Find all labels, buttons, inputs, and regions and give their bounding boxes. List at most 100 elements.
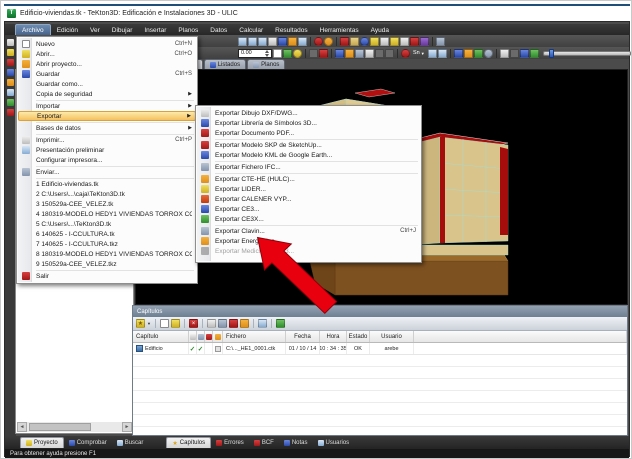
tab-bcf[interactable]: BCF bbox=[249, 437, 279, 448]
caret-down-icon[interactable]: ▼ bbox=[147, 321, 151, 326]
menu-item-configurar-impresora[interactable]: Configurar impresora... bbox=[18, 155, 196, 165]
grid-settings-icon[interactable] bbox=[288, 37, 297, 46]
clock-gear-icon[interactable] bbox=[484, 49, 493, 58]
menu-item-guardar[interactable]: GuardarCtrl+S bbox=[18, 69, 196, 79]
delete-chapter-icon[interactable]: × bbox=[189, 319, 198, 328]
render-sphere-orange-icon[interactable] bbox=[324, 37, 333, 46]
menu-insertar[interactable]: Insertar bbox=[138, 25, 172, 36]
tab-planos[interactable]: Planos bbox=[247, 59, 285, 69]
menu-resultados[interactable]: Resultados bbox=[269, 25, 314, 36]
menu-item-exportar-lider[interactable]: Exportar LIDER... bbox=[197, 184, 420, 194]
menu-calcular[interactable]: Calcular bbox=[233, 25, 269, 36]
coordinate-spinner[interactable]: 0.00 bbox=[238, 49, 272, 58]
menu-item-nuevo[interactable]: NuevoCtrl+N bbox=[18, 39, 196, 49]
recent-file-5[interactable]: 5 C:\Users\...\TeKton3D.tk bbox=[18, 219, 196, 229]
earth-house-icon[interactable] bbox=[474, 49, 483, 58]
help-pointer-icon[interactable] bbox=[298, 37, 307, 46]
col-hora[interactable]: Hora bbox=[320, 331, 347, 342]
flag-icon[interactable] bbox=[510, 49, 519, 58]
menu-item-exportar-skp[interactable]: Exportar Modelo SKP de SketchUp... bbox=[197, 140, 420, 150]
tab-proyecto[interactable]: Proyecto bbox=[20, 437, 64, 448]
col-fichero[interactable]: Fichero bbox=[223, 331, 286, 342]
cell-color[interactable] bbox=[213, 343, 223, 354]
side-tool-icon[interactable] bbox=[7, 89, 14, 96]
menu-item-exportar-kml[interactable]: Exportar Modelo KML de Google Earth... bbox=[197, 150, 420, 160]
side-tool-icon[interactable] bbox=[7, 99, 14, 106]
draw-line-icon[interactable] bbox=[400, 37, 409, 46]
recent-file-9[interactable]: 9 150529a-CEE_VELEZ.tkz bbox=[18, 259, 196, 269]
render-sphere-red-icon[interactable] bbox=[314, 37, 323, 46]
tab-listados[interactable]: Listados bbox=[204, 59, 246, 69]
image-icon[interactable] bbox=[355, 49, 364, 58]
new-sheet-icon[interactable] bbox=[273, 49, 282, 58]
menu-planos[interactable]: Planos bbox=[172, 25, 204, 36]
tab-usuarios[interactable]: Usuarios bbox=[313, 437, 355, 448]
tool-disabled-icon[interactable] bbox=[385, 49, 394, 58]
project-panel-hscrollbar[interactable]: ◄ ► bbox=[17, 422, 132, 432]
panels-icon[interactable] bbox=[436, 37, 445, 46]
col-fecha[interactable]: Fecha bbox=[286, 331, 320, 342]
filter-funnel-icon[interactable] bbox=[390, 37, 399, 46]
col-visible-icon[interactable] bbox=[197, 331, 205, 342]
menu-item-imprimir[interactable]: Imprimir...Ctrl+P bbox=[18, 135, 196, 145]
tab-errores[interactable]: Errores bbox=[211, 437, 249, 448]
col-estado[interactable]: Estado bbox=[347, 331, 370, 342]
zoom-window-icon[interactable] bbox=[258, 37, 267, 46]
monitor-icon[interactable] bbox=[454, 49, 463, 58]
menu-item-copia-seguridad[interactable]: Copia de seguridad▶ bbox=[18, 89, 196, 99]
side-tool-icon[interactable] bbox=[7, 69, 14, 76]
set-square-2-icon[interactable] bbox=[438, 49, 447, 58]
floor-tool-icon[interactable] bbox=[350, 37, 359, 46]
weld-tool-icon[interactable] bbox=[319, 49, 328, 58]
scroll-thumb[interactable] bbox=[29, 423, 91, 431]
set-square-icon[interactable] bbox=[428, 49, 437, 58]
col-capitulo[interactable]: Capítulo bbox=[133, 331, 189, 342]
recent-file-2[interactable]: 2 C:\Users\...\caja\TeKton3D.tk bbox=[18, 189, 196, 199]
camera-icon[interactable] bbox=[464, 49, 473, 58]
sn-dropdown[interactable]: Sn ▼ bbox=[411, 50, 427, 56]
annotate-text-icon[interactable] bbox=[410, 37, 419, 46]
sphere-tool-icon[interactable] bbox=[360, 37, 369, 46]
spinner-arrows[interactable] bbox=[265, 50, 269, 57]
favorite-star-icon[interactable]: ★ bbox=[136, 319, 145, 328]
menu-item-enviar[interactable]: Enviar... bbox=[18, 167, 196, 177]
slider-thumb[interactable] bbox=[549, 49, 554, 58]
scroll-right-arrow[interactable]: ► bbox=[122, 422, 132, 432]
menu-item-salir[interactable]: Salir bbox=[18, 271, 196, 281]
menu-item-exportar-pdf[interactable]: Exportar Documento PDF... bbox=[197, 128, 420, 138]
menu-item-abrir[interactable]: Abrir...Ctrl+O bbox=[18, 49, 196, 59]
zoom-in-icon[interactable] bbox=[238, 37, 247, 46]
menu-item-exportar-simbolos-3d[interactable]: Exportar Librería de Símbolos 3D... bbox=[197, 118, 420, 128]
palette-grid-icon[interactable] bbox=[240, 319, 249, 328]
recent-file-7[interactable]: 7 140625 - I-CCULTURA.tkz bbox=[18, 239, 196, 249]
side-tool-icon[interactable] bbox=[7, 59, 14, 66]
menu-datos[interactable]: Datos bbox=[204, 25, 233, 36]
clipboard-icon[interactable] bbox=[345, 49, 354, 58]
visibility-icon[interactable] bbox=[218, 319, 227, 328]
menu-item-exportar-ce3[interactable]: Exportar CE3... bbox=[197, 204, 420, 214]
select-plus-icon[interactable] bbox=[500, 49, 509, 58]
side-tool-icon[interactable] bbox=[7, 39, 14, 46]
menu-herramientas[interactable]: Herramientas bbox=[314, 25, 365, 36]
pencil-tool-icon[interactable] bbox=[370, 37, 379, 46]
library-icon[interactable] bbox=[420, 37, 429, 46]
zoom-extents-icon[interactable] bbox=[278, 37, 287, 46]
zoom-out-icon[interactable] bbox=[248, 37, 257, 46]
tool-disabled-icon[interactable] bbox=[375, 49, 384, 58]
menu-ayuda[interactable]: Ayuda bbox=[365, 25, 395, 36]
menu-item-exportar-ifc[interactable]: Exportar Fichero IFC... bbox=[197, 162, 420, 172]
edit-mesh-icon[interactable] bbox=[380, 37, 389, 46]
menu-item-exportar-cte-he[interactable]: Exportar CTE-HE (HULC)... bbox=[197, 174, 420, 184]
col-edit-icon[interactable] bbox=[189, 331, 197, 342]
link-tool-icon[interactable] bbox=[258, 319, 267, 328]
menu-item-guardar-como[interactable]: Guardar como... bbox=[18, 79, 196, 89]
menu-dibujar[interactable]: Dibujar bbox=[106, 25, 139, 36]
color-checkbox[interactable] bbox=[215, 346, 221, 352]
refresh-icon[interactable] bbox=[520, 49, 529, 58]
scroll-left-arrow[interactable]: ◄ bbox=[17, 422, 27, 432]
measure-disabled-icon[interactable] bbox=[309, 49, 318, 58]
tab-comprobar[interactable]: Comprobar bbox=[64, 437, 112, 448]
menu-item-exportar[interactable]: Exportar▶ bbox=[18, 111, 196, 121]
refresh-chapters-icon[interactable] bbox=[276, 319, 285, 328]
recent-file-6[interactable]: 6 140625 - I-CCULTURA.tk bbox=[18, 229, 196, 239]
